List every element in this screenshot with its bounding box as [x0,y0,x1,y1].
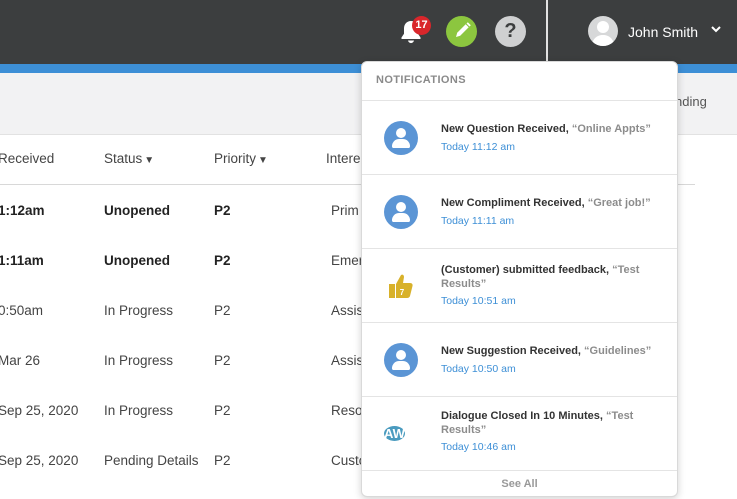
see-all-link[interactable]: See All [362,478,677,490]
top-navigation-bar [0,0,737,64]
notification-title: (Customer) submitted feedback, [441,264,610,276]
notification-title: New Suggestion Received, [441,345,581,357]
notification-item[interactable]: AW Dialogue Closed In 10 Minutes, “Test … [362,396,677,471]
status-cell: Pending Details [104,453,199,468]
status-cell: Unopened [104,253,170,268]
see-all-footer: See All [362,470,677,496]
status-cell: Unopened [104,203,170,218]
notification-message: Dialogue Closed In 10 Minutes, “Test Res… [441,409,666,437]
notification-item[interactable]: New Question Received, “Online Appts” To… [362,100,677,175]
notification-time: Today 10:51 am [441,295,516,307]
notification-message: New Question Received, “Online Appts” [441,122,666,136]
notification-title: New Compliment Received, [441,197,585,209]
column-status-label: Status [104,151,143,166]
received-cell: 1:12am [0,203,45,218]
filter-icon[interactable]: ▼ [258,155,268,166]
priority-cell: P2 [214,353,231,368]
column-priority-label: Priority [214,151,257,166]
user-avatar-icon [384,195,418,229]
notification-quote: “Online Appts” [571,123,651,135]
user-avatar-icon [384,343,418,377]
column-priority[interactable]: Priority ▼ [214,151,268,166]
status-cell: In Progress [104,353,174,368]
notification-time: Today 10:46 am [441,441,516,453]
column-status[interactable]: Status ▼ [104,151,154,166]
notification-item[interactable]: New Suggestion Received, “Guidelines” To… [362,322,677,397]
priority-cell: P2 [214,253,231,268]
status-cell: In Progress [104,403,174,418]
received-cell: Sep 25, 2020 [0,453,79,468]
chevron-down-icon[interactable] [710,23,722,38]
notification-title: Dialogue Closed In 10 Minutes, [441,410,603,422]
received-cell: 1:11am [0,253,44,268]
received-cell: 0:50am [0,303,44,318]
notifications-dropdown: NOTIFICATIONS New Question Received, “On… [361,61,678,497]
priority-cell: P2 [214,303,231,318]
interest-cell: Reso [331,403,363,418]
notification-message: New Compliment Received, “Great job!” [441,196,666,210]
user-avatar-icon [384,121,418,155]
edit-button[interactable] [446,16,477,47]
received-cell: Sep 25, 2020 [0,403,79,418]
column-interest[interactable]: Intere [326,151,361,166]
interest-cell: Assis [331,303,364,318]
notification-message: (Customer) submitted feedback, “Test Res… [441,263,666,291]
thumbs-up-count: 7 [400,288,405,297]
interest-cell: Assis [331,353,364,368]
pencil-icon [456,22,471,37]
status-cell: In Progress [104,303,174,318]
column-received[interactable]: Received [0,151,54,166]
interest-cell: Emer [331,253,364,268]
question-icon: ? [504,20,517,42]
notification-quote: “Guidelines” [584,345,652,357]
notification-item[interactable]: New Compliment Received, “Great job!” To… [362,174,677,249]
initials-avatar-icon: AW [384,417,418,451]
notification-item[interactable]: 7 (Customer) submitted feedback, “Test R… [362,248,677,323]
notification-time: Today 11:11 am [441,215,515,227]
initials-avatar-text: AW [384,426,405,441]
pending-tab-label[interactable]: nding [675,94,707,109]
header-divider [546,0,548,64]
thumbs-up-icon: 7 [384,269,418,303]
notification-time: Today 10:50 am [441,363,516,375]
notification-count-badge: 17 [412,16,431,35]
filter-icon[interactable]: ▼ [144,155,154,166]
notification-title: New Question Received, [441,123,569,135]
notifications-title: NOTIFICATIONS [376,74,466,86]
priority-cell: P2 [214,403,231,418]
priority-cell: P2 [214,203,231,218]
notification-time: Today 11:12 am [441,141,515,153]
interest-cell: Prim [331,203,359,218]
received-cell: Mar 26 [0,353,41,368]
priority-cell: P2 [214,453,231,468]
user-avatar-icon [588,16,618,46]
notifications-button[interactable]: 17 [398,16,431,46]
notification-message: New Suggestion Received, “Guidelines” [441,344,666,358]
notification-quote: “Great job!” [587,197,651,209]
help-button[interactable]: ? [495,16,526,47]
user-name: John Smith [628,24,699,40]
